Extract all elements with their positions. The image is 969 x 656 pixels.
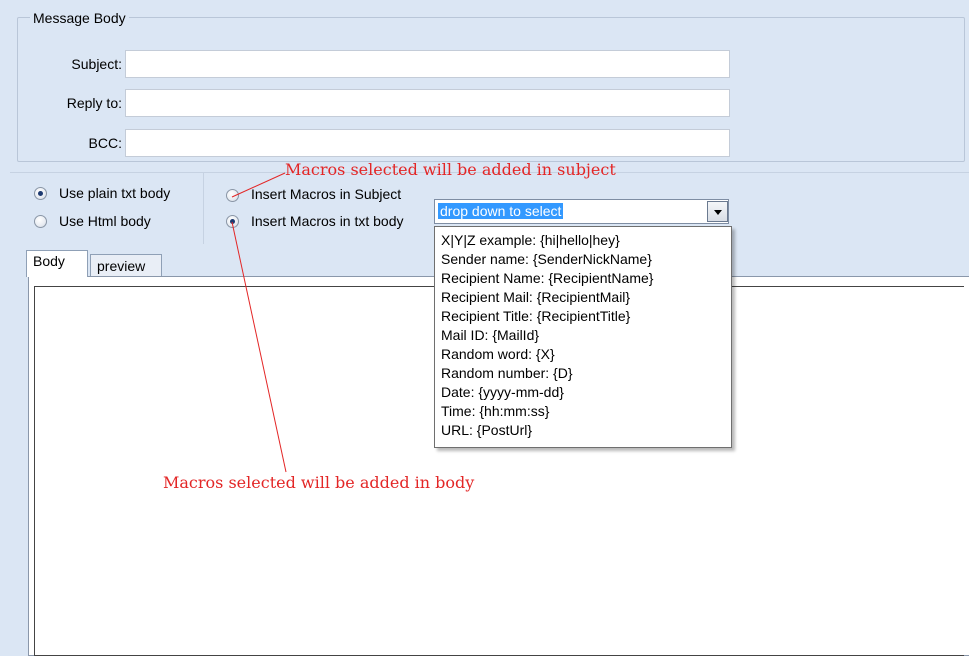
- bcc-input[interactable]: [125, 129, 730, 157]
- group-title: Message Body: [30, 10, 129, 26]
- macro-option[interactable]: X|Y|Z example: {hi|hello|hey}: [441, 231, 620, 249]
- body-annotation-text: Macros selected will be added in body: [163, 473, 475, 492]
- macro-option[interactable]: Recipient Mail: {RecipientMail}: [441, 288, 630, 306]
- subject-input[interactable]: [125, 50, 730, 78]
- subject-annotation-text: Macros selected will be added in subject: [285, 160, 616, 179]
- chevron-down-icon[interactable]: [707, 201, 728, 222]
- reply-to-input[interactable]: [125, 89, 730, 117]
- macro-option[interactable]: URL: {PostUrl}: [441, 421, 532, 439]
- macro-dropdown-list: X|Y|Z example: {hi|hello|hey} Sender nam…: [434, 226, 732, 448]
- macros-body-label: Insert Macros in txt body: [251, 213, 404, 229]
- macro-option[interactable]: Recipient Title: {RecipientTitle}: [441, 307, 630, 325]
- macros-subject-label: Insert Macros in Subject: [251, 186, 402, 202]
- macro-option[interactable]: Random number: {D}: [441, 364, 573, 382]
- subject-label: Subject:: [71, 56, 122, 72]
- tab-body-label: Body: [33, 253, 65, 269]
- macros-body-radio[interactable]: [226, 215, 239, 228]
- macros-subject-radio[interactable]: [226, 189, 239, 202]
- reply-to-label: Reply to:: [66, 95, 122, 111]
- macro-option[interactable]: Mail ID: {MailId}: [441, 326, 539, 344]
- tab-preview[interactable]: preview: [90, 254, 162, 276]
- tab-body[interactable]: Body: [26, 250, 88, 277]
- macro-combo[interactable]: drop down to select: [434, 199, 729, 224]
- macro-option[interactable]: Time: {hh:mm:ss}: [441, 402, 549, 420]
- plain-txt-radio[interactable]: [34, 187, 47, 200]
- macro-combo-value: drop down to select: [438, 203, 564, 219]
- bcc-label: BCC:: [88, 135, 122, 151]
- html-body-label: Use Html body: [59, 213, 151, 229]
- macro-option[interactable]: Random word: {X}: [441, 345, 555, 363]
- options-divider-vertical: [203, 172, 204, 244]
- html-body-radio[interactable]: [34, 215, 47, 228]
- plain-txt-label: Use plain txt body: [59, 185, 171, 201]
- macro-option[interactable]: Date: {yyyy-mm-dd}: [441, 383, 564, 401]
- macro-option[interactable]: Sender name: {SenderNickName}: [441, 250, 652, 268]
- macro-option[interactable]: Recipient Name: {RecipientName}: [441, 269, 653, 287]
- tab-preview-label: preview: [97, 258, 146, 274]
